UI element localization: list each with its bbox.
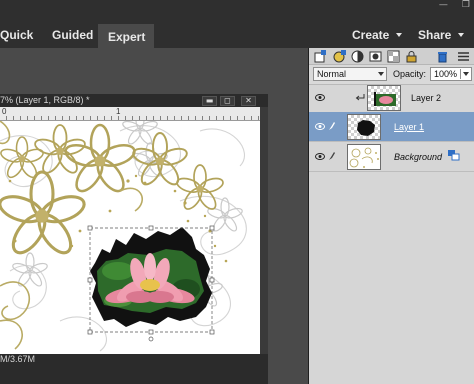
- vertical-scrollbar[interactable]: [260, 107, 268, 354]
- tab-guided[interactable]: Guided: [42, 24, 103, 48]
- tab-quick[interactable]: Quick: [0, 24, 43, 48]
- minimize-app-button[interactable]: —: [439, 0, 448, 14]
- share-button[interactable]: Share: [418, 24, 465, 46]
- chevron-down-icon: [396, 33, 403, 37]
- eye-icon[interactable]: [315, 123, 325, 130]
- eye-icon[interactable]: [315, 153, 325, 160]
- window-controls: — ❐: [439, 0, 470, 14]
- document-size: M/3.67M: [0, 354, 36, 364]
- maximize-document-button[interactable]: ◻: [220, 96, 235, 106]
- blend-controls: Normal Opacity: 100%: [309, 65, 474, 85]
- layer-name[interactable]: Layer 1: [394, 122, 424, 132]
- lock-icon[interactable]: [405, 50, 418, 63]
- create-label: Create: [352, 28, 390, 42]
- eye-icon[interactable]: [315, 94, 325, 101]
- image-canvas[interactable]: [0, 121, 260, 354]
- ruler-ticks: [0, 107, 260, 120]
- trash-icon[interactable]: [436, 50, 449, 63]
- black-mask-thumbnail: [347, 114, 381, 140]
- layers-panel: Normal Opacity: 100% Layer 2 Layer 1 Bac…: [308, 48, 474, 384]
- panel-menu-icon[interactable]: [457, 50, 470, 63]
- document-status-bar: M/3.67M: [0, 354, 268, 366]
- blend-mode-select[interactable]: Normal: [313, 67, 387, 81]
- blend-mode-value: Normal: [317, 69, 347, 79]
- minimize-document-button[interactable]: ▬: [202, 96, 217, 106]
- document-window[interactable]: 7% (Layer 1, RGB/8) * ▬ ◻ ✕ 0 1 M/3.67M: [0, 94, 268, 384]
- new-group-icon[interactable]: [333, 50, 346, 63]
- brush-icon: [329, 122, 335, 130]
- ruler-number: 0: [2, 107, 7, 116]
- opacity-label: Opacity:: [393, 69, 427, 79]
- layer-name[interactable]: Background: [394, 152, 442, 162]
- ruler-number: 1: [116, 107, 121, 116]
- layer-row-background[interactable]: Background: [309, 142, 474, 172]
- chevron-down-icon: [378, 72, 384, 76]
- top-menu-bar: — ❐ Quick Guided Expert Create Share: [0, 0, 474, 48]
- opacity-value: 100%: [434, 69, 458, 79]
- layer-row-layer-2[interactable]: Layer 2: [309, 83, 474, 113]
- share-label: Share: [418, 28, 452, 42]
- chevron-down-icon: [463, 72, 469, 76]
- layer-name[interactable]: Layer 2: [411, 93, 441, 103]
- opacity-field[interactable]: 100%: [430, 67, 472, 81]
- floral-background-thumbnail: [347, 144, 381, 170]
- field-divider: [460, 69, 461, 79]
- layer-row-layer-1[interactable]: Layer 1: [309, 112, 474, 142]
- layer-mask-icon[interactable]: [369, 50, 382, 63]
- lock-icon: [448, 150, 460, 161]
- horizontal-ruler: 0 1: [0, 107, 260, 121]
- chevron-down-icon: [458, 33, 465, 37]
- lock-transparent-icon[interactable]: [387, 50, 400, 63]
- document-title: 7% (Layer 1, RGB/8) *: [0, 95, 90, 105]
- document-titlebar[interactable]: 7% (Layer 1, RGB/8) * ▬ ◻ ✕: [0, 94, 268, 107]
- close-document-button[interactable]: ✕: [241, 96, 256, 106]
- tab-expert[interactable]: Expert: [98, 24, 154, 48]
- flower-crop-thumbnail: [367, 85, 401, 111]
- restore-app-button[interactable]: ❐: [462, 0, 470, 14]
- fill-adjustment-icon[interactable]: [351, 50, 364, 63]
- create-button[interactable]: Create: [352, 24, 403, 46]
- layers-toolbar: [309, 48, 474, 65]
- brush-icon: [329, 152, 335, 160]
- new-layer-icon[interactable]: [314, 50, 327, 63]
- floral-artwork: [0, 121, 260, 354]
- clipping-arrow-icon: [355, 94, 365, 101]
